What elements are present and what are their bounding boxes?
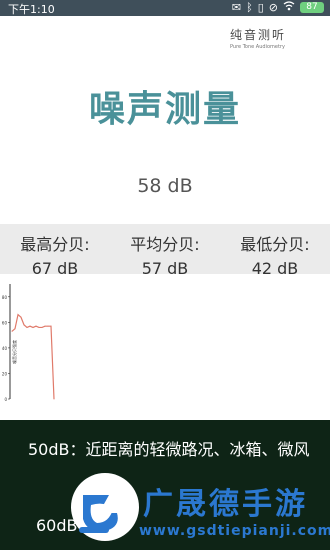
status-time: 下午1:10 [8,3,55,16]
stat-min-value: 42 dB [251,259,299,278]
stat-avg-label: 平均分贝: [130,235,200,254]
noise-chart-svg: 80 60 40 20 0 噪音分贝强度 [2,284,55,402]
chart-point [38,326,40,328]
stats-panel: 最高分贝: 67 dB 平均分贝: 57 dB 最低分贝: 42 dB [0,224,330,278]
stat-max-value: 67 dB [31,259,79,278]
watermark-logo-icon [71,473,139,541]
mail-icon: ✉ [231,1,242,14]
stat-avg-value: 57 dB [141,259,189,278]
chart-y-tick-label: 80 [2,295,8,300]
mute-icon: ⊘ [268,1,278,14]
watermark-url: www.gsdtiepianji.com [139,523,330,539]
chart-point [26,326,28,328]
current-db-reading: 58 dB [137,175,193,197]
status-bar: 下午1:10 ✉ ᛒ ▯ ⊘ 87 [0,0,330,16]
chart-y-tick-label: 0 [4,397,7,402]
bluetooth-icon: ᛒ [246,1,253,14]
chart-point [53,398,55,400]
chart-point [47,325,49,327]
app-title: 噪声测量 [88,89,241,130]
chart-point [41,326,43,328]
vibrate-icon: ▯ [257,1,264,14]
chart-point [20,316,22,318]
brand-subtitle: Pure Tone Audiometry [230,44,285,50]
stat-avg: 平均分贝: 57 dB [110,224,220,278]
chart-point [35,325,37,327]
chart-point [23,324,25,326]
watermark-title: 广晟德手游 [143,487,308,522]
stat-min: 最低分贝: 42 dB [220,224,330,278]
chart-point [17,314,19,316]
chart-y-axis-label: 噪音分贝强度 [11,340,17,364]
battery-icon: 87 [300,2,324,13]
chart-point [50,325,52,327]
status-icons: ✉ ᛒ ▯ ⊘ 87 [232,1,324,14]
chart-point [29,325,31,327]
stat-min-label: 最低分贝: [240,235,310,254]
chart-point [32,326,34,328]
watermark: 广晟德手游 www.gsdtiepianji.com [65,465,330,550]
chart-y-tick-label: 60 [2,320,8,325]
brand-title: 纯音测听 [230,28,287,42]
chart-point [14,328,16,330]
noise-chart: 80 60 40 20 0 噪音分贝强度 [0,280,330,408]
chart-y-tick-label: 40 [2,346,8,351]
chart-point [11,330,13,332]
chart-point [44,325,46,327]
stat-max-label: 最高分贝: [20,235,90,254]
chart-y-tick-label: 20 [2,371,8,376]
stat-max: 最高分贝: 67 dB [0,224,110,278]
info-line-50db: 50dB：近距离的轻微路况、冰箱、微风 [28,440,310,459]
wifi-icon [283,1,295,14]
